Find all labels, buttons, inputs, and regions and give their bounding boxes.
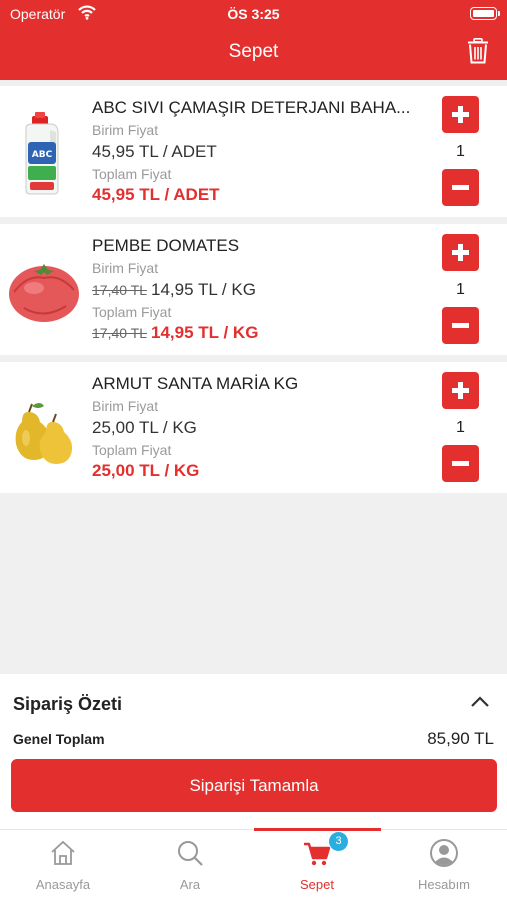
total-old-price: 17,40 TL	[92, 325, 148, 341]
header-bar: Operatör ÖS 3:25 Sepet	[0, 0, 507, 80]
quantity-value: 1	[456, 281, 465, 298]
total-price-label: Toplam Fiyat	[92, 304, 172, 320]
tab-search[interactable]: Ara	[127, 830, 253, 900]
search-icon	[178, 841, 203, 866]
unit-price-label: Birim Fiyat	[92, 122, 159, 138]
summary-title: Sipariş Özeti	[13, 694, 123, 714]
increase-quantity-button[interactable]	[442, 234, 479, 271]
battery-icon	[470, 7, 497, 20]
decrease-quantity-button[interactable]	[442, 307, 479, 344]
total-price-label: Toplam Fiyat	[92, 442, 172, 458]
product-name: ABC SIVI ÇAMAŞIR DETERJANI BAHA...	[92, 98, 411, 117]
cart-item: PEMBE DOMATES Birim Fiyat 17,40 TL 14,95 …	[0, 224, 507, 355]
tab-cart[interactable]: 3 Sepet	[254, 830, 380, 900]
unit-price-value: 14,95 TL / KG	[151, 280, 256, 299]
tomato-product-image	[9, 264, 79, 322]
cart-count-badge: 3	[329, 832, 348, 851]
status-bar: Operatör ÖS 3:25	[0, 0, 507, 26]
page-title: Sepet	[228, 41, 279, 62]
unit-price-label: Birim Fiyat	[92, 260, 159, 276]
grand-total-value: 85,90 TL	[427, 729, 494, 748]
trash-icon[interactable]	[467, 38, 489, 64]
account-icon	[430, 839, 458, 867]
home-icon	[51, 840, 75, 865]
total-price: 25,00 TL / KG	[92, 461, 199, 481]
chevron-up-icon[interactable]	[470, 696, 490, 708]
total-price-value: 14,95 TL / KG	[151, 323, 259, 342]
tab-home[interactable]: Anasayfa	[0, 830, 126, 900]
unit-price-label: Birim Fiyat	[92, 398, 159, 414]
total-price-label: Toplam Fiyat	[92, 166, 172, 182]
cart-item: ARMUT SANTA MARİA KG Birim Fiyat 25,00 T…	[0, 362, 507, 493]
detergent-product-image: ABC	[25, 112, 59, 195]
unit-old-price: 17,40 TL	[92, 282, 148, 298]
unit-price: 17,40 TL 14,95 TL / KG	[92, 280, 256, 300]
decrease-quantity-button[interactable]	[442, 169, 479, 206]
unit-price: 45,95 TL / ADET	[92, 142, 217, 162]
tab-bar: Anasayfa Ara 3 Sepet Hesabım	[0, 828, 507, 900]
complete-order-button[interactable]: Siparişi Tamamla	[11, 759, 497, 812]
tab-label: Anasayfa	[35, 877, 91, 892]
tab-account[interactable]: Hesabım	[381, 830, 507, 900]
tab-label: Sepet	[300, 877, 334, 892]
clock: ÖS 3:25	[227, 6, 280, 22]
quantity-value: 1	[456, 419, 465, 436]
unit-price: 25,00 TL / KG	[92, 418, 197, 438]
quantity-value: 1	[456, 143, 465, 160]
decrease-quantity-button[interactable]	[442, 445, 479, 482]
cart-item: ABC ABC SIVI ÇAMAŞIR DETERJANI BAHA... B…	[0, 86, 507, 217]
grand-total-label: Genel Toplam	[13, 731, 105, 747]
total-price-value: 45,95 TL / ADET	[92, 185, 220, 204]
increase-quantity-button[interactable]	[442, 96, 479, 133]
product-name: PEMBE DOMATES	[92, 236, 240, 255]
tab-label: Ara	[179, 877, 201, 892]
order-summary: Sipariş Özeti Genel Toplam 85,90 TL Sipa…	[0, 674, 507, 829]
battery-tip	[498, 11, 500, 16]
unit-price-value: 45,95 TL / ADET	[92, 142, 217, 161]
cart-icon	[304, 842, 331, 866]
total-price-value: 25,00 TL / KG	[92, 461, 200, 480]
pear-product-image	[15, 403, 73, 464]
svg-text:ABC: ABC	[32, 150, 53, 160]
tab-label: Hesabım	[417, 877, 471, 892]
total-price: 45,95 TL / ADET	[92, 185, 220, 205]
product-name: ARMUT SANTA MARİA KG	[92, 374, 299, 393]
total-price: 17,40 TL 14,95 TL / KG	[92, 323, 258, 343]
increase-quantity-button[interactable]	[442, 372, 479, 409]
unit-price-value: 25,00 TL / KG	[92, 418, 197, 437]
